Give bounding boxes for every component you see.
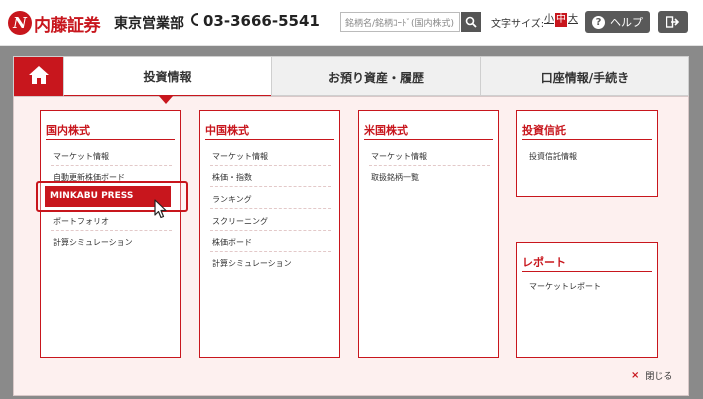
menu-item-fund-info[interactable]: 投資信託情報 bbox=[529, 151, 577, 162]
home-button[interactable] bbox=[14, 57, 63, 97]
tab-assets-history[interactable]: お預り資産・履歴 bbox=[271, 57, 480, 97]
menu-item-portfolio[interactable]: ポートフォリオ bbox=[53, 216, 109, 227]
phone-icon bbox=[190, 12, 201, 30]
active-tab-pointer bbox=[159, 96, 173, 104]
close-label: 閉じる bbox=[645, 372, 673, 382]
menu-item-china-market-info[interactable]: マーケット情報 bbox=[212, 151, 268, 162]
item-divider bbox=[210, 251, 331, 252]
global-nav: 投資情報 お預り資産・履歴 口座情報/手続き bbox=[13, 56, 689, 97]
menu-item-china-price-board[interactable]: 株価ボード bbox=[212, 237, 252, 248]
cursor-icon bbox=[154, 199, 168, 223]
search-icon bbox=[465, 13, 477, 32]
item-divider bbox=[51, 165, 172, 166]
menu-item-us-listed-stocks[interactable]: 取扱銘柄一覧 bbox=[371, 172, 419, 183]
menu-group-title: 国内株式 bbox=[46, 124, 90, 137]
logo[interactable]: N 内藤証券 bbox=[8, 10, 101, 36]
phone-number: 03-3666-5541 bbox=[190, 12, 320, 30]
phone-text: 03-3666-5541 bbox=[203, 12, 320, 30]
item-divider bbox=[369, 165, 490, 166]
menu-group-china-stocks: 中国株式 マーケット情報 株価・指数 ランキング スクリーニング 株価ボード 計… bbox=[199, 110, 340, 358]
logo-text: 内藤証券 bbox=[34, 15, 101, 36]
branch-name: 東京営業部 bbox=[114, 16, 184, 32]
help-label: ヘルプ bbox=[610, 16, 643, 29]
logout-button[interactable] bbox=[658, 11, 688, 33]
menu-item-minkabu-press[interactable]: MINKABU PRESS bbox=[45, 186, 171, 207]
menu-group-title: 米国株式 bbox=[364, 124, 408, 137]
font-size-medium-button[interactable]: 中 bbox=[555, 13, 567, 27]
search-input[interactable]: 銘柄名/銘柄ｺｰﾄﾞ(国内株式) bbox=[340, 12, 460, 32]
home-icon bbox=[28, 65, 50, 89]
menu-item-china-screening[interactable]: スクリーニング bbox=[212, 216, 268, 227]
close-menu-button[interactable]: × 閉じる bbox=[631, 369, 672, 382]
title-divider bbox=[522, 139, 652, 140]
title-divider bbox=[364, 139, 493, 140]
item-divider bbox=[210, 186, 331, 187]
tab-investment-info[interactable]: 投資情報 bbox=[63, 57, 271, 97]
header: N 内藤証券 東京営業部 03-3666-5541 銘柄名/銘柄ｺｰﾄﾞ(国内株… bbox=[0, 0, 703, 46]
item-divider bbox=[210, 165, 331, 166]
font-size-label: 文字サイズ: bbox=[491, 19, 545, 30]
menu-item-china-calc-simulation[interactable]: 計算シミュレーション bbox=[212, 258, 292, 269]
menu-group-investment-trusts: 投資信託 投資信託情報 bbox=[516, 110, 658, 197]
close-icon: × bbox=[631, 370, 640, 381]
item-divider bbox=[210, 208, 331, 209]
title-divider bbox=[205, 139, 334, 140]
font-size-large-button[interactable]: 大 bbox=[567, 13, 579, 27]
title-divider bbox=[522, 271, 652, 272]
help-button[interactable]: ? ヘルプ bbox=[585, 11, 650, 33]
menu-group-title: 中国株式 bbox=[205, 124, 249, 137]
menu-item-china-price-index[interactable]: 株価・指数 bbox=[212, 172, 252, 183]
title-divider bbox=[46, 139, 175, 140]
item-divider bbox=[210, 230, 331, 231]
menu-group-reports: レポート マーケットレポート bbox=[516, 242, 658, 358]
menu-group-title: 投資信託 bbox=[522, 124, 566, 137]
menu-item-domestic-calc-simulation[interactable]: 計算シミュレーション bbox=[53, 237, 133, 248]
search-button[interactable] bbox=[461, 12, 481, 32]
menu-group-us-stocks: 米国株式 マーケット情報 取扱銘柄一覧 bbox=[358, 110, 499, 358]
item-divider bbox=[51, 230, 172, 231]
menu-item-china-ranking[interactable]: ランキング bbox=[212, 194, 252, 205]
logout-icon bbox=[665, 13, 680, 32]
menu-item-domestic-market-info[interactable]: マーケット情報 bbox=[53, 151, 109, 162]
menu-item-market-report[interactable]: マーケットレポート bbox=[529, 281, 601, 292]
logo-mark-icon: N bbox=[8, 11, 32, 35]
font-size-small-button[interactable]: 小 bbox=[543, 13, 555, 27]
page-edge bbox=[699, 46, 703, 399]
tab-account-procedures[interactable]: 口座情報/手続き bbox=[480, 57, 689, 97]
menu-group-title: レポート bbox=[522, 256, 566, 269]
help-icon: ? bbox=[592, 15, 605, 29]
menu-item-us-market-info[interactable]: マーケット情報 bbox=[371, 151, 427, 162]
menu-group-domestic-stocks: 国内株式 マーケット情報 自動更新株価ボード ポートフォリオ 計算シミュレーショ… bbox=[40, 110, 181, 358]
